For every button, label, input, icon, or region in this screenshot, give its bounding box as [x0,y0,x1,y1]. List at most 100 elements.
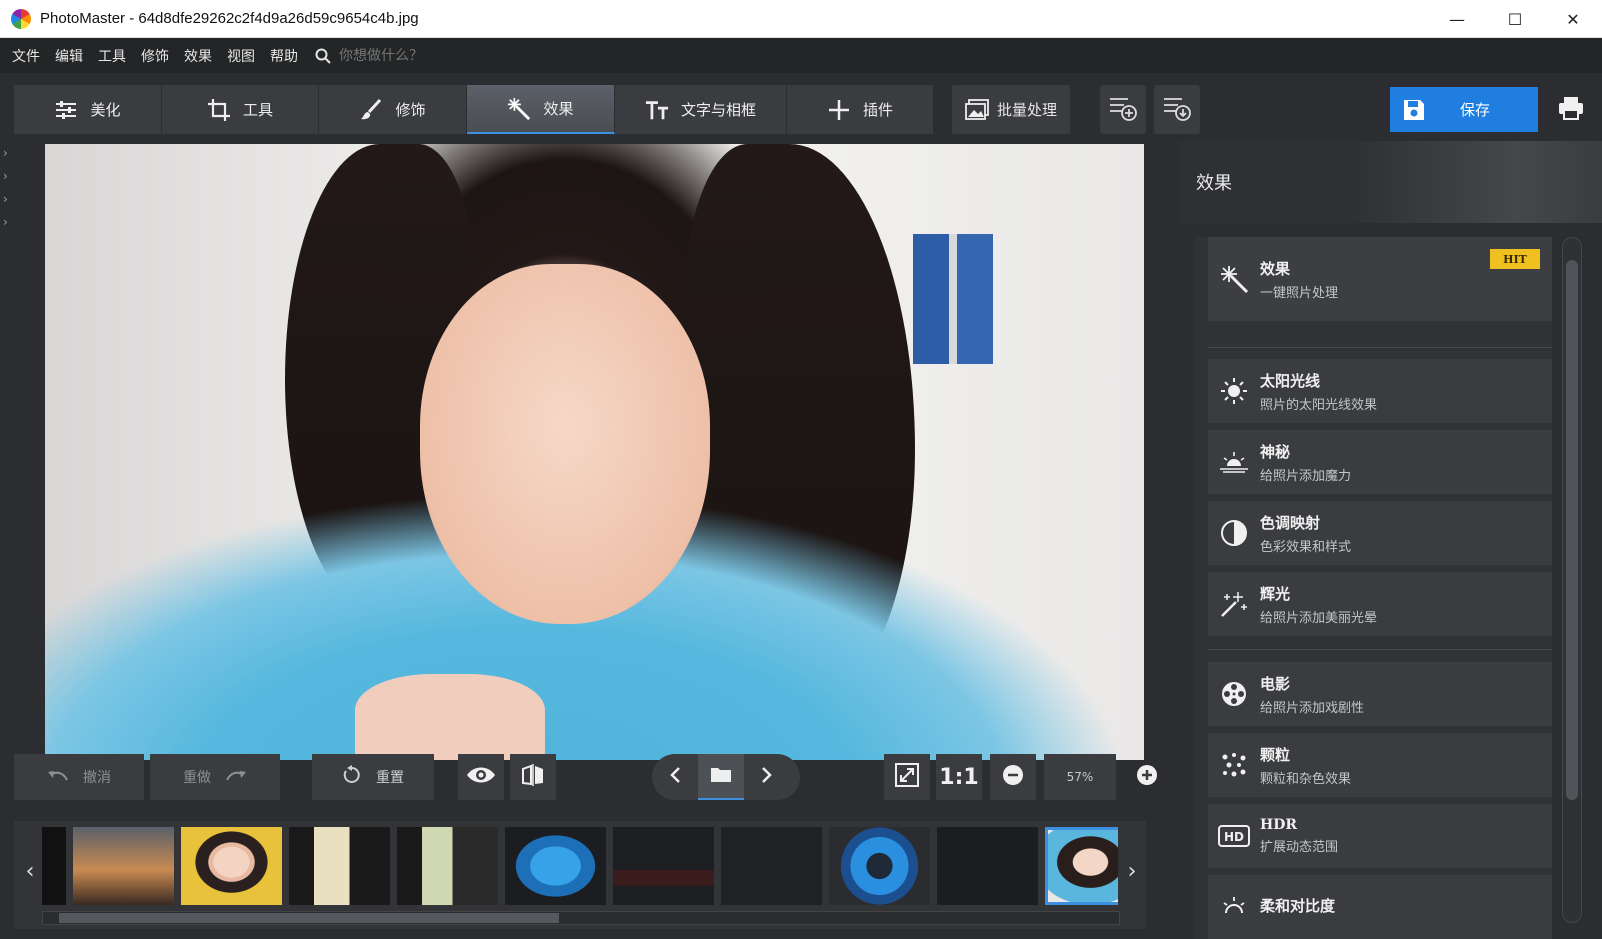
menu-edit[interactable]: 编辑 [55,46,83,66]
compare-split-icon [521,763,545,791]
effect-subtitle: 照片的太阳光线效果 [1260,397,1378,413]
thumbnail-selected[interactable] [1045,827,1118,905]
grain-dots-icon [1208,752,1260,778]
maximize-button[interactable]: ☐ [1486,0,1544,38]
effect-subtitle: 扩展动态范围 [1260,840,1339,855]
close-button[interactable]: ✕ [1544,0,1602,38]
tab-enhance[interactable]: 美化 [14,85,162,134]
effect-item-tone-mapping[interactable]: 色调映射 色彩效果和样式 [1208,501,1552,565]
effects-panel: 效果 效果 一键照片处理 HIT 太阳光线 照片的太阳光线效果 神秘 给照片添加… [1180,141,1602,939]
actual-size-button[interactable]: 1:1 [936,754,982,800]
tab-plugins[interactable]: 插件 [787,85,934,134]
scrollbar-thumb[interactable] [59,913,559,923]
menu-view[interactable]: 视图 [227,46,255,66]
effect-item-film[interactable]: 电影 给照片添加戏剧性 [1208,662,1552,726]
minus-circle-icon [1002,764,1024,790]
effect-item-glow[interactable]: 辉光 给照片添加美丽光晕 [1208,572,1552,636]
menu-retouch[interactable]: 修饰 [141,46,169,66]
effect-title: 神秘 [1260,442,1291,461]
add-preset-button[interactable] [1100,85,1146,134]
search-icon [315,48,331,64]
magic-wand-icon [1208,264,1260,294]
tab-label: 修饰 [395,101,426,119]
panel-header: 效果 [1180,141,1602,223]
effect-item-mystic[interactable]: 神秘 给照片添加魔力 [1208,430,1552,494]
menu-effects[interactable]: 效果 [184,46,212,66]
effect-title: 电影 [1260,674,1291,693]
thumbnail[interactable] [397,827,498,905]
zoom-level[interactable]: 57% [1044,754,1116,800]
effect-title: 色调映射 [1260,513,1321,532]
thumbnail[interactable] [829,827,930,905]
tab-label: 工具 [242,101,273,119]
reset-button[interactable]: 重置 [312,754,434,800]
menu-help[interactable]: 帮助 [270,46,298,66]
minimize-button[interactable]: — [1428,0,1486,38]
photo-face [420,264,710,624]
soft-sun-icon [1208,893,1260,921]
load-preset-button[interactable] [1154,85,1200,134]
effect-title: 辉光 [1260,584,1291,603]
tab-label: 文字与相框 [680,101,756,119]
tab-text-frames[interactable]: 文字与相框 [615,85,787,134]
preview-toggle-button[interactable] [458,754,504,800]
effect-subtitle: 给照片添加戏剧性 [1260,700,1365,716]
svg-text:HD: HD [1224,830,1244,844]
menu-file[interactable]: 文件 [12,46,40,66]
search-input[interactable] [339,47,539,64]
thumbnail[interactable] [721,827,822,905]
effect-title: HDR [1260,817,1298,833]
tab-effects[interactable]: 效果 [467,85,615,134]
thumbnail[interactable] [73,827,174,905]
photo-books [913,234,993,364]
sunrise-icon [1208,450,1260,474]
effect-subtitle: 给照片添加美丽光晕 [1260,610,1378,626]
eye-icon [466,766,496,788]
undo-button[interactable]: 撤消 [14,754,144,800]
image-canvas[interactable] [14,141,1146,763]
effect-item-one-click[interactable]: 效果 一键照片处理 HIT [1208,237,1552,321]
tab-retouch[interactable]: 修饰 [319,85,467,134]
divider [1208,649,1552,650]
next-image-button[interactable] [744,754,790,800]
fit-screen-button[interactable] [884,754,930,800]
expand-icon [895,763,919,791]
main-toolbar: 美化 工具 修饰 效果 文字与相框 插件 批量处理 保存 [0,73,1602,141]
strip-prev-button[interactable]: ‹ [18,841,42,901]
effect-title: 颗粒 [1260,745,1291,764]
thumbnail[interactable] [505,827,606,905]
print-button[interactable] [1548,87,1594,132]
tab-tools[interactable]: 工具 [162,85,319,134]
compare-button[interactable] [510,754,556,800]
batch-process-button[interactable]: 批量处理 [952,85,1070,134]
scrollbar-thumb[interactable] [1566,260,1578,800]
thumbnail[interactable] [42,827,66,905]
thumbnail[interactable] [181,827,282,905]
zoom-in-button[interactable] [1124,754,1170,800]
zoom-out-button[interactable] [990,754,1036,800]
effect-item-soft-contrast[interactable]: 柔和对比度 [1208,875,1552,939]
effect-title: 效果 [1260,259,1291,278]
film-strip-scrollbar[interactable] [42,911,1120,925]
magic-wand-icon [507,97,531,121]
thumbnail[interactable] [613,827,714,905]
menu-tools[interactable]: 工具 [98,46,126,66]
thumbnail[interactable] [937,827,1038,905]
sparkle-wand-icon [1208,590,1260,618]
tab-label: 插件 [862,101,893,119]
plus-icon [827,98,851,122]
previous-image-button[interactable] [652,754,698,800]
save-button[interactable]: 保存 [1390,87,1538,132]
search-box [315,47,539,64]
floppy-disk-icon [1402,98,1426,122]
brush-icon [359,98,383,122]
strip-next-button[interactable]: › [1120,841,1144,901]
redo-button[interactable]: 重做 [150,754,280,800]
open-folder-button[interactable] [698,754,744,800]
effects-list-scrollbar[interactable] [1562,237,1582,923]
undo-icon [47,768,69,786]
thumbnail[interactable] [289,827,390,905]
effect-item-hdr[interactable]: HD HDR 扩展动态范围 [1208,804,1552,868]
effect-item-grain[interactable]: 颗粒 颗粒和杂色效果 [1208,733,1552,797]
effect-item-sun-rays[interactable]: 太阳光线 照片的太阳光线效果 [1208,359,1552,423]
